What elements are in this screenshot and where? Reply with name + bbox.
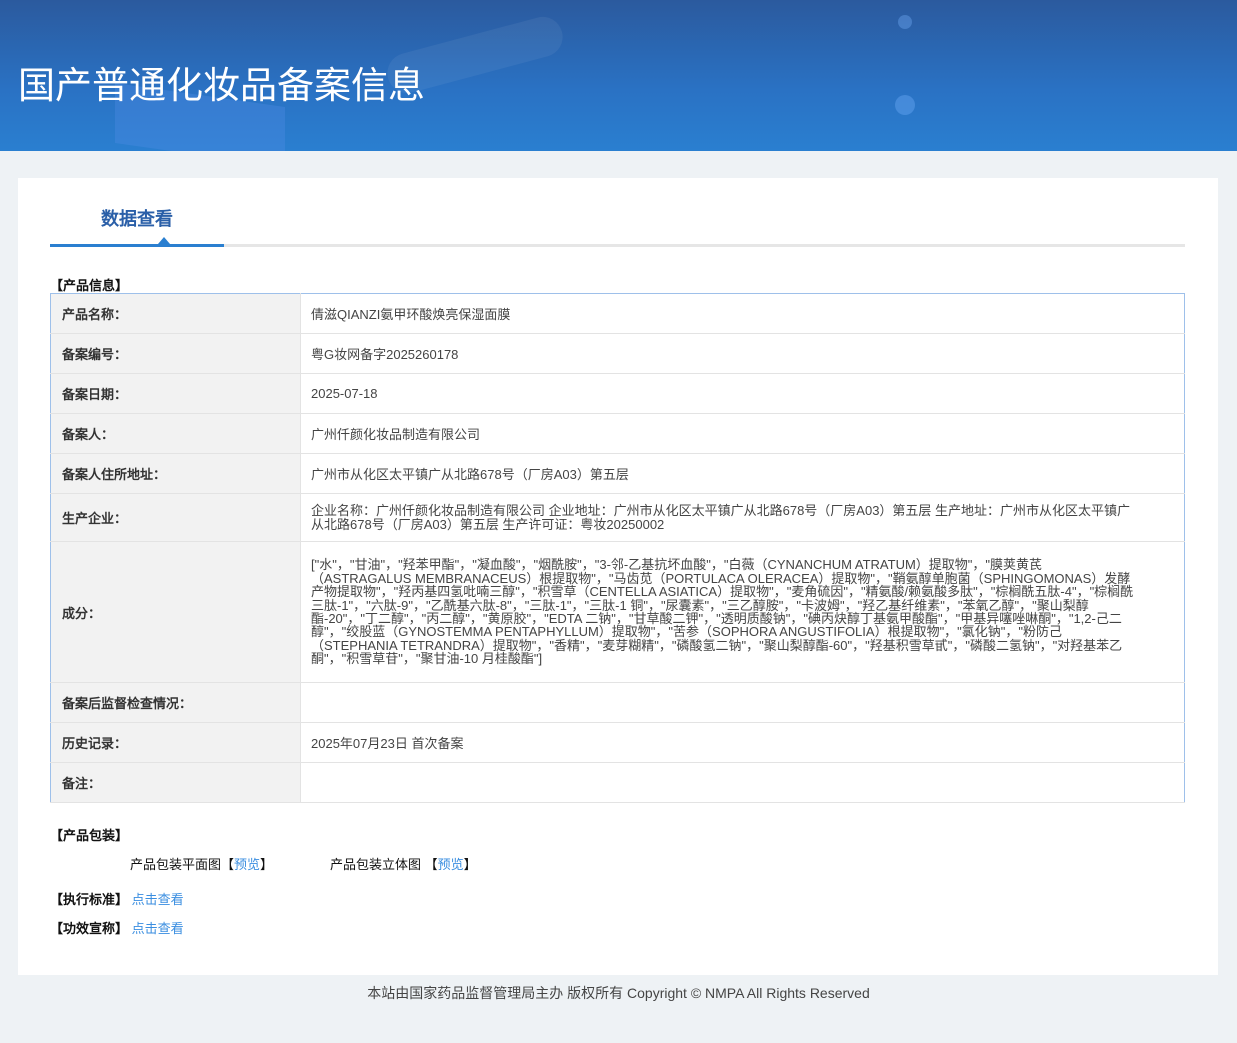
standard-view-link[interactable]: 点击查看 <box>132 892 184 907</box>
table-row: 历史记录： 2025年07月23日 首次备案 <box>50 722 1185 763</box>
row-label: 备案人： <box>50 413 301 454</box>
packaging-flat-label: 产品包装平面图 <box>130 857 222 872</box>
table-row: 备案后监督检查情况： <box>50 682 1185 723</box>
product-name-value: 倩滋QIANZI氨甲环酸焕亮保湿面膜 <box>300 293 1185 334</box>
footer-copyright: 本站由国家药品监督管理局主办 版权所有 Copyright © NMPA All… <box>367 985 870 1001</box>
banner-decoration <box>898 15 912 29</box>
table-row: 产品名称： 倩滋QIANZI氨甲环酸焕亮保湿面膜 <box>50 293 1185 334</box>
preview-flat-link[interactable]: 预览 <box>234 857 260 872</box>
section-packaging: 【产品包装】 <box>50 828 129 843</box>
manufacturer-value: 企业名称：广州仟颜化妆品制造有限公司 企业地址：广州市从化区太平镇广从北路678… <box>300 493 1185 542</box>
tab-data-view[interactable]: 数据查看 <box>50 205 224 231</box>
table-row: 备案编号： 粤G妆网备字2025260178 <box>50 333 1185 374</box>
bracket: 】 <box>260 857 274 872</box>
registration-number-value: 粤G妆网备字2025260178 <box>300 333 1185 374</box>
packaging-solid: 产品包装立体图 【预览】 <box>330 854 477 873</box>
row-label: 产品名称： <box>50 293 301 334</box>
inspection-value <box>300 682 1185 723</box>
bracket: 【 <box>221 857 235 872</box>
row-label: 备注： <box>50 762 301 803</box>
row-label: 备案后监督检查情况： <box>50 682 301 723</box>
section-product-info: 【产品信息】 <box>50 278 129 293</box>
claims-view-link[interactable]: 点击查看 <box>132 921 184 936</box>
row-label: 备案日期： <box>50 373 301 414</box>
table-row: 备案日期： 2025-07-18 <box>50 373 1185 414</box>
row-label: 成分： <box>50 541 301 683</box>
table-row: 备注： <box>50 762 1185 803</box>
preview-solid-link[interactable]: 预览 <box>438 857 464 872</box>
packaging-flat: 产品包装平面图【预览】 <box>130 854 273 873</box>
registrant-value: 广州仟颜化妆品制造有限公司 <box>300 413 1185 454</box>
page-title: 国产普通化妆品备案信息 <box>18 65 425 106</box>
bracket: 【 <box>424 857 438 872</box>
standard-row: 【执行标准】 点击查看 <box>50 889 184 908</box>
banner-decoration <box>895 95 915 115</box>
claims-label: 【功效宣称】 <box>50 921 129 936</box>
claims-row: 【功效宣称】 点击查看 <box>50 918 184 937</box>
table-row: 成分： ["水"，"甘油"，"羟苯甲酯"，"凝血酸"，"烟酰胺"，"3-邻-乙基抗… <box>50 541 1185 683</box>
history-value: 2025年07月23日 首次备案 <box>300 722 1185 763</box>
packaging-solid-label: 产品包装立体图 <box>330 857 422 872</box>
content-card: 数据查看 【产品信息】 产品名称： 倩滋QIANZI氨甲环酸焕亮保湿面膜 备案编号… <box>18 178 1218 975</box>
table-row: 备案人住所地址： 广州市从化区太平镇广从北路678号（厂房A03）第五层 <box>50 453 1185 494</box>
row-label: 历史记录： <box>50 722 301 763</box>
bracket: 】 <box>463 857 477 872</box>
active-tab-indicator <box>50 244 224 247</box>
table-row: 备案人： 广州仟颜化妆品制造有限公司 <box>50 413 1185 454</box>
table-row: 生产企业： 企业名称：广州仟颜化妆品制造有限公司 企业地址：广州市从化区太平镇广从… <box>50 493 1185 542</box>
product-info-table: 产品名称： 倩滋QIANZI氨甲环酸焕亮保湿面膜 备案编号： 粤G妆网备字20252… <box>50 293 1185 803</box>
registration-date-value: 2025-07-18 <box>300 373 1185 414</box>
registrant-address-value: 广州市从化区太平镇广从北路678号（厂房A03）第五层 <box>300 453 1185 494</box>
standard-label: 【执行标准】 <box>50 892 129 907</box>
row-label: 生产企业： <box>50 493 301 542</box>
header-banner: 国产普通化妆品备案信息 <box>0 0 1237 151</box>
remarks-value <box>300 762 1185 803</box>
row-label: 备案人住所地址： <box>50 453 301 494</box>
tab-underline <box>50 237 1185 247</box>
row-label: 备案编号： <box>50 333 301 374</box>
ingredients-value: ["水"，"甘油"，"羟苯甲酯"，"凝血酸"，"烟酰胺"，"3-邻-乙基抗坏血酸… <box>300 541 1185 683</box>
tab-pointer-icon <box>158 237 170 244</box>
